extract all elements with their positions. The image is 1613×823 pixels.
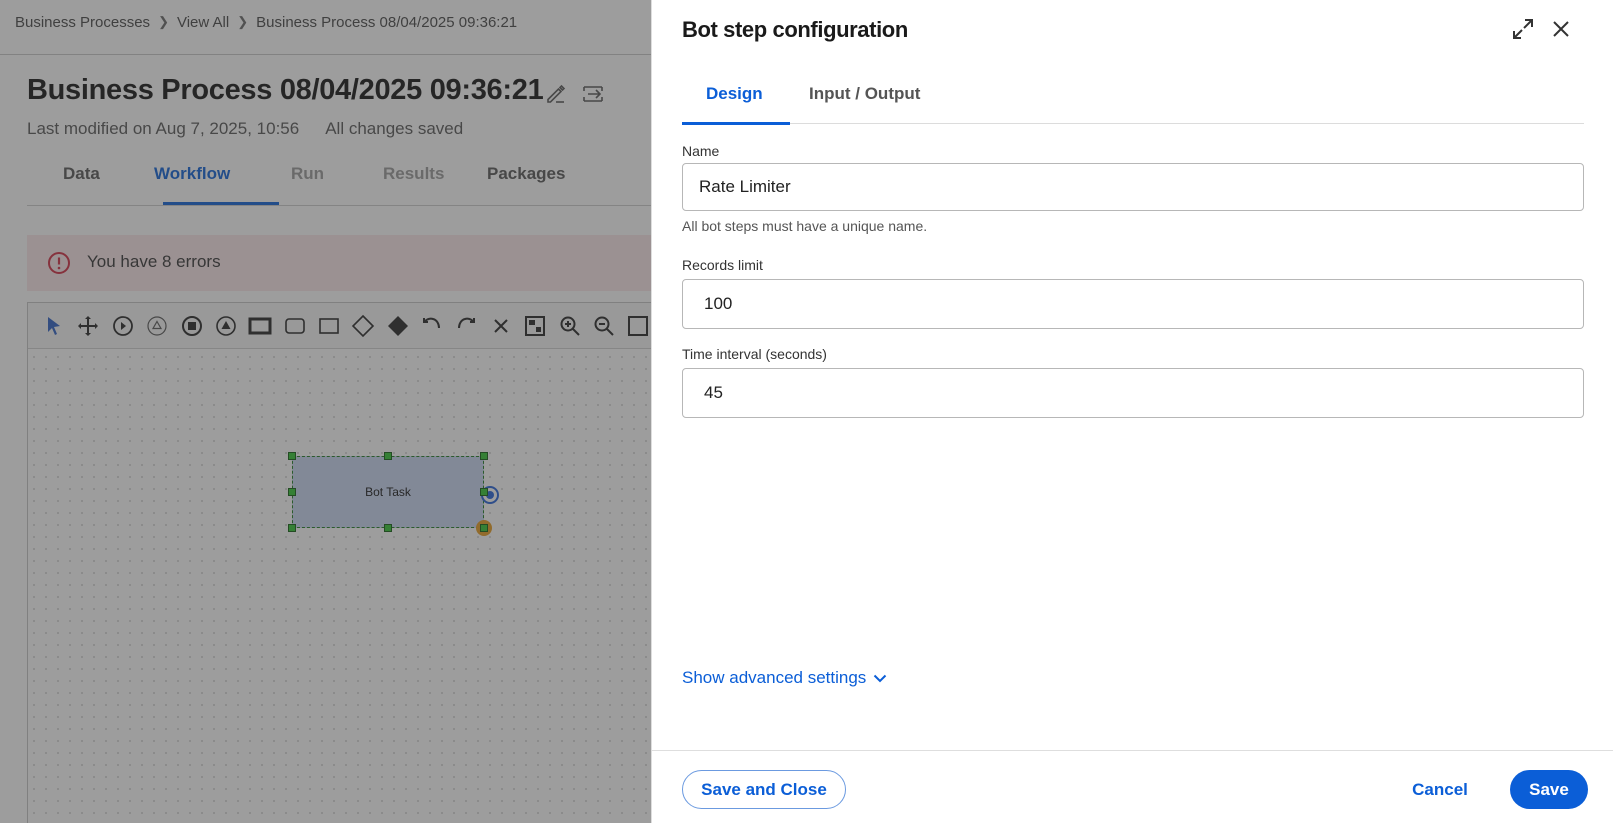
panel-tabs: Design Input / Output bbox=[682, 68, 1584, 125]
active-tab-indicator bbox=[682, 122, 790, 125]
bot-step-config-panel: Bot step configuration Design Input / Ou… bbox=[651, 0, 1613, 823]
close-icon[interactable] bbox=[1548, 16, 1574, 42]
time-interval-label: Time interval (seconds) bbox=[682, 346, 827, 362]
modal-overlay[interactable] bbox=[0, 0, 651, 823]
name-label: Name bbox=[682, 143, 720, 159]
time-interval-input[interactable] bbox=[682, 368, 1584, 418]
chevron-down-icon bbox=[874, 674, 887, 683]
panel-title: Bot step configuration bbox=[682, 17, 908, 42]
show-advanced-settings-link[interactable]: Show advanced settings bbox=[682, 668, 888, 688]
expand-icon[interactable] bbox=[1510, 16, 1536, 42]
advanced-settings-label: Show advanced settings bbox=[682, 668, 867, 687]
save-button[interactable]: Save bbox=[1510, 770, 1588, 809]
save-and-close-button[interactable]: Save and Close bbox=[682, 770, 846, 809]
cancel-button[interactable]: Cancel bbox=[1400, 770, 1480, 809]
footer-divider bbox=[652, 750, 1613, 751]
name-helper-text: All bot steps must have a unique name. bbox=[682, 218, 928, 234]
records-limit-input[interactable] bbox=[682, 279, 1584, 329]
tab-design[interactable]: Design bbox=[706, 84, 763, 104]
records-limit-label: Records limit bbox=[682, 257, 763, 273]
tab-input-output[interactable]: Input / Output bbox=[809, 84, 920, 104]
name-input[interactable] bbox=[682, 163, 1584, 211]
